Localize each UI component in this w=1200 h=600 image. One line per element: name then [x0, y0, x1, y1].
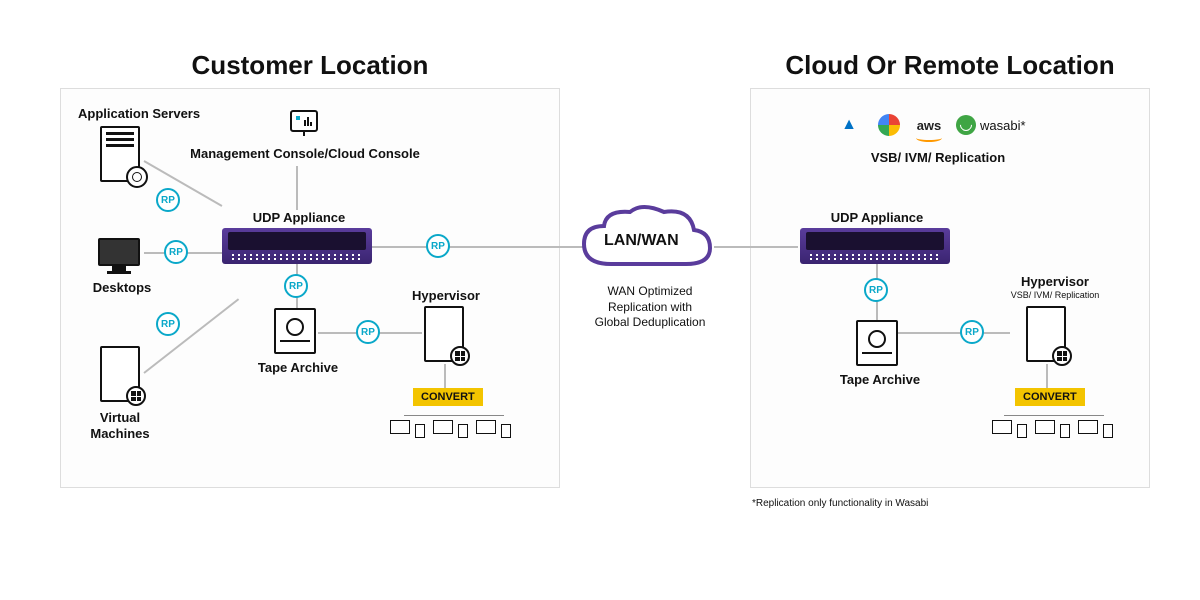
rp-badge: RP: [284, 274, 308, 298]
udp-appliance-left-icon: [222, 228, 372, 264]
rp-badge: RP: [426, 234, 450, 258]
client-machines-left: [388, 420, 513, 438]
tape-icon-left: [274, 308, 316, 354]
cloud-providers: ▲ aws wasabi*: [836, 112, 1026, 138]
gcp-icon: [876, 112, 902, 138]
azure-icon: ▲: [836, 112, 862, 138]
desktop-icon: [98, 238, 140, 274]
label-tape-right: Tape Archive: [830, 372, 930, 388]
label-hypervisor-left: Hypervisor: [396, 288, 496, 304]
connector: [1046, 364, 1048, 388]
console-icon: [290, 110, 318, 132]
label-tape-left: Tape Archive: [248, 360, 348, 376]
rp-badge: RP: [164, 240, 188, 264]
rp-badge: RP: [864, 278, 888, 302]
label-udp-right: UDP Appliance: [812, 210, 942, 226]
label-app-servers: Application Servers: [78, 106, 208, 122]
title-cloud: Cloud Or Remote Location: [750, 50, 1150, 81]
rp-badge: RP: [156, 312, 180, 336]
convert-left: CONVERT: [413, 388, 483, 406]
rp-badge: RP: [156, 188, 180, 212]
udp-appliance-right-icon: [800, 228, 950, 264]
disk-icon: [126, 166, 148, 188]
vm-badge-icon: [126, 386, 146, 406]
tape-icon-right: [856, 320, 898, 366]
convert-right: CONVERT: [1015, 388, 1085, 406]
wan-caption: WAN Optimized Replication with Global De…: [580, 284, 720, 331]
label-hyp-sub: VSB/ IVM/ Replication: [1000, 290, 1110, 302]
hypervisor-icon-right: [1026, 306, 1066, 362]
client-machines-right: [990, 420, 1115, 438]
connector: [714, 246, 798, 248]
wasabi-label: wasabi*: [980, 118, 1026, 133]
label-udp-appliance-left: UDP Appliance: [234, 210, 364, 226]
connector: [444, 364, 446, 388]
label-desktops: Desktops: [82, 280, 162, 296]
label-hypervisor-right: Hypervisor: [1000, 274, 1110, 290]
label-virtual-machines: Virtual Machines: [80, 410, 160, 441]
rp-badge: RP: [356, 320, 380, 344]
label-mgmt-console: Management Console/Cloud Console: [180, 146, 430, 162]
footnote: *Replication only functionality in Wasab…: [752, 498, 928, 509]
label-vsb-right: VSB/ IVM/ Replication: [838, 150, 1038, 166]
hv-badge-icon: [450, 346, 470, 366]
connector: [404, 415, 504, 416]
aws-icon: aws: [916, 112, 942, 138]
connector: [296, 166, 298, 210]
title-customer: Customer Location: [60, 50, 560, 81]
app-server-icon: [100, 126, 140, 182]
rp-badge: RP: [960, 320, 984, 344]
vm-icon: [100, 346, 140, 402]
connector: [1004, 415, 1104, 416]
hv-badge-icon-r: [1052, 346, 1072, 366]
hypervisor-icon-left: [424, 306, 464, 362]
cloud-text: LAN/WAN: [604, 232, 679, 250]
connector: [372, 246, 590, 248]
wasabi-icon: wasabi*: [956, 115, 1026, 135]
